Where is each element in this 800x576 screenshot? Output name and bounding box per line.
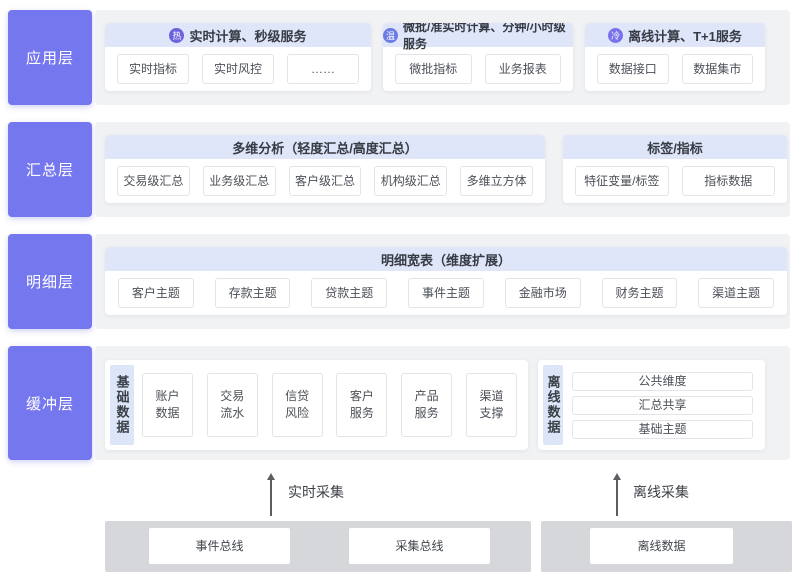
panel-tags-indicators: 标签/指标 特征变量/标签 指标数据 bbox=[563, 135, 787, 203]
panel-cold-services: 冷 离线计算、T+1服务 数据接口 数据集市 bbox=[585, 23, 765, 91]
node: 实时风控 bbox=[202, 54, 274, 84]
panel-tags-header: 标签/指标 bbox=[563, 135, 787, 159]
node: 客户级汇总 bbox=[289, 166, 362, 196]
bus-node: 事件总线 bbox=[149, 528, 290, 564]
panel-cold-title: 离线计算、T+1服务 bbox=[628, 26, 742, 45]
realtime-collect-arrow bbox=[270, 480, 272, 516]
node: 渠道 支撑 bbox=[466, 373, 517, 437]
panel-hot-services: 热 实时计算、秒级服务 实时指标 实时风控 …… bbox=[105, 23, 371, 91]
buffer-layer-row: 基础数据 账户 数据 交易 流水 信贷 风险 客户 服务 产品 服务 渠道 支撑… bbox=[95, 346, 790, 460]
bus-node: 离线数据 bbox=[590, 528, 733, 564]
realtime-collect-arrow-icon bbox=[267, 473, 275, 480]
panel-warm-title: 微批/准实时计算、分钟/小时级服务 bbox=[403, 23, 573, 52]
node: 金融市场 bbox=[505, 278, 581, 308]
application-layer-row: 热 实时计算、秒级服务 实时指标 实时风控 …… 温 微批/准实时计算、分钟/小… bbox=[95, 10, 790, 105]
offline-data-side-label: 离线数据 bbox=[543, 365, 563, 445]
node: 基础主题 bbox=[572, 420, 753, 439]
panel-wide-table: 明细宽表（维度扩展） 客户主题 存款主题 贷款主题 事件主题 金融市场 财务主题… bbox=[105, 247, 787, 315]
node: 业务级汇总 bbox=[203, 166, 276, 196]
node: 汇总共享 bbox=[572, 396, 753, 415]
node: 贷款主题 bbox=[311, 278, 387, 308]
panel-cold-header: 冷 离线计算、T+1服务 bbox=[585, 23, 765, 47]
node: 客户主题 bbox=[118, 278, 194, 308]
detail-layer-row: 明细宽表（维度扩展） 客户主题 存款主题 贷款主题 事件主题 金融市场 财务主题… bbox=[95, 234, 790, 329]
realtime-bus-bar: 事件总线 采集总线 bbox=[105, 521, 531, 572]
node-ellipsis: …… bbox=[287, 54, 359, 84]
base-data-side-label: 基础数据 bbox=[110, 365, 134, 445]
panel-multidim-analysis: 多维分析（轻度汇总/高度汇总） 交易级汇总 业务级汇总 客户级汇总 机构级汇总 … bbox=[105, 135, 545, 203]
node: 特征变量/标签 bbox=[575, 166, 669, 196]
node: 客户 服务 bbox=[336, 373, 387, 437]
node: 多维立方体 bbox=[460, 166, 533, 196]
panel-base-data: 基础数据 账户 数据 交易 流水 信贷 风险 客户 服务 产品 服务 渠道 支撑 bbox=[105, 360, 528, 450]
panel-offline-data: 离线数据 公共维度 汇总共享 基础主题 bbox=[538, 360, 765, 450]
node: 交易级汇总 bbox=[117, 166, 190, 196]
hot-badge-icon: 热 bbox=[169, 28, 184, 43]
offline-collect-arrow bbox=[616, 480, 618, 516]
node: 实时指标 bbox=[117, 54, 189, 84]
realtime-collect-label: 实时采集 bbox=[288, 482, 344, 502]
summary-layer-row: 多维分析（轻度汇总/高度汇总） 交易级汇总 业务级汇总 客户级汇总 机构级汇总 … bbox=[95, 122, 790, 217]
panel-hot-title: 实时计算、秒级服务 bbox=[189, 26, 306, 45]
node: 指标数据 bbox=[682, 166, 776, 196]
panel-wide-table-title: 明细宽表（维度扩展） bbox=[381, 250, 511, 269]
node: 财务主题 bbox=[602, 278, 678, 308]
node: 公共维度 bbox=[572, 372, 753, 391]
panel-warm-services: 温 微批/准实时计算、分钟/小时级服务 微批指标 业务报表 bbox=[383, 23, 573, 91]
node: 微批指标 bbox=[395, 54, 472, 84]
panel-tags-title: 标签/指标 bbox=[647, 138, 703, 157]
panel-hot-header: 热 实时计算、秒级服务 bbox=[105, 23, 371, 47]
offline-bus-bar: 离线数据 bbox=[541, 521, 792, 572]
panel-wide-table-header: 明细宽表（维度扩展） bbox=[105, 247, 787, 271]
layer-label-application: 应用层 bbox=[8, 10, 92, 105]
warm-badge-icon: 温 bbox=[383, 28, 398, 43]
panel-multidim-header: 多维分析（轻度汇总/高度汇总） bbox=[105, 135, 545, 159]
offline-collect-label: 离线采集 bbox=[633, 482, 689, 502]
layer-label-summary: 汇总层 bbox=[8, 122, 92, 217]
node: 信贷 风险 bbox=[272, 373, 323, 437]
layer-label-detail: 明细层 bbox=[8, 234, 92, 329]
node: 产品 服务 bbox=[401, 373, 452, 437]
node: 数据接口 bbox=[597, 54, 669, 84]
cold-badge-icon: 冷 bbox=[608, 28, 623, 43]
node: 机构级汇总 bbox=[374, 166, 447, 196]
node: 事件主题 bbox=[408, 278, 484, 308]
node: 数据集市 bbox=[682, 54, 754, 84]
node: 渠道主题 bbox=[698, 278, 774, 308]
offline-collect-arrow-icon bbox=[613, 473, 621, 480]
node: 存款主题 bbox=[215, 278, 291, 308]
node: 账户 数据 bbox=[142, 373, 193, 437]
data-architecture-diagram: 应用层 热 实时计算、秒级服务 实时指标 实时风控 …… 温 微批/准实时计算、… bbox=[0, 0, 800, 576]
bus-node: 采集总线 bbox=[349, 528, 490, 564]
node: 交易 流水 bbox=[207, 373, 258, 437]
panel-multidim-title: 多维分析（轻度汇总/高度汇总） bbox=[232, 138, 418, 157]
layer-label-buffer: 缓冲层 bbox=[8, 346, 92, 460]
panel-warm-header: 温 微批/准实时计算、分钟/小时级服务 bbox=[383, 23, 573, 47]
node: 业务报表 bbox=[485, 54, 562, 84]
